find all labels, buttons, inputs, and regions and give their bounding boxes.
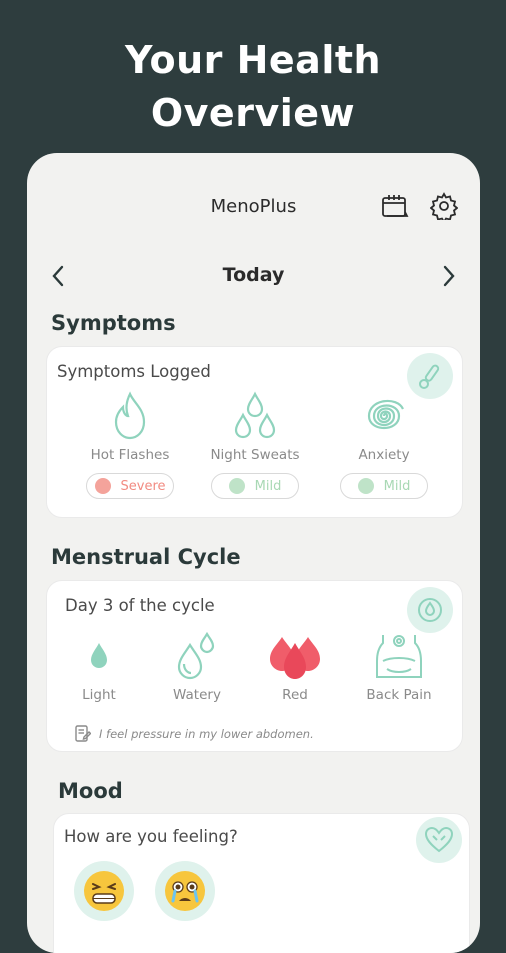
severity-chip[interactable]: Mild — [340, 473, 428, 499]
cycle-note[interactable]: I feel pressure in my lower abdomen. — [75, 725, 314, 743]
back-pain-icon — [376, 635, 422, 678]
red-drops-icon — [270, 637, 320, 679]
symptoms-section-title: Symptoms — [51, 311, 176, 335]
symptoms-card[interactable]: Symptoms Logged Hot Flashes Severe Night… — [46, 346, 463, 518]
watery-drops-icon — [177, 631, 215, 680]
mood-card-title: How are you feeling? — [64, 827, 238, 846]
symptom-label: Hot Flashes — [90, 447, 170, 463]
severity-chip[interactable]: Severe — [86, 473, 174, 499]
spiral-icon — [367, 399, 404, 430]
flame-icon — [114, 391, 146, 440]
cycle-item-label: Red — [282, 687, 308, 703]
calendar-icon[interactable] — [380, 191, 410, 221]
mood-option[interactable] — [155, 861, 215, 921]
grimacing-face-icon — [84, 871, 124, 911]
cycle-item-red[interactable]: Red — [255, 631, 335, 703]
symptom-anxiety[interactable]: Anxiety Mild — [339, 391, 429, 499]
cycle-item-back-pain[interactable]: Back Pain — [353, 631, 445, 703]
cycle-item-label: Watery — [173, 687, 221, 703]
single-drop-icon — [91, 643, 107, 668]
symptom-label: Anxiety — [358, 447, 410, 463]
mood-option[interactable] — [74, 861, 134, 921]
note-icon — [75, 725, 91, 742]
drops-icon — [234, 391, 276, 439]
cycle-item-watery[interactable]: Watery — [157, 631, 237, 703]
severity-label: Severe — [120, 478, 166, 494]
severity-dot — [357, 478, 374, 494]
hero-line-2: Overview — [150, 91, 356, 135]
cycle-item-label: Light — [82, 687, 116, 703]
symptom-label: Night Sweats — [210, 447, 300, 463]
cycle-item-light[interactable]: Light — [59, 631, 139, 703]
phone-screen: MenoPlus Today Symptoms Symptoms Logged — [27, 153, 480, 953]
date-label: Today — [222, 264, 285, 286]
severity-dot — [228, 478, 245, 494]
cycle-note-text: I feel pressure in my lower abdomen. — [99, 727, 314, 741]
cycle-icon — [407, 587, 453, 633]
hero-heading: Your Health Overview — [0, 34, 506, 140]
mood-card[interactable]: How are you feeling? — [53, 813, 470, 953]
mood-section-title: Mood — [58, 779, 123, 803]
severity-label: Mild — [383, 478, 411, 494]
severity-dot — [94, 478, 111, 494]
severity-chip[interactable]: Mild — [211, 473, 299, 499]
cycle-card[interactable]: Day 3 of the cycle Light Watery Red Back… — [46, 580, 463, 752]
gear-icon[interactable] — [429, 191, 459, 221]
severity-label: Mild — [254, 478, 282, 494]
symptom-night-sweats[interactable]: Night Sweats Mild — [210, 391, 300, 499]
cycle-card-title: Day 3 of the cycle — [65, 596, 215, 615]
crying-face-icon — [165, 871, 205, 911]
heart-icon — [416, 817, 462, 863]
cycle-section-title: Menstrual Cycle — [51, 545, 241, 569]
symptoms-card-title: Symptoms Logged — [57, 362, 211, 381]
symptom-hot-flashes[interactable]: Hot Flashes Severe — [85, 391, 175, 499]
hero-line-1: Your Health — [124, 38, 382, 82]
app-title: MenoPlus — [210, 196, 297, 217]
chevron-right-icon[interactable] — [434, 261, 464, 291]
cycle-item-label: Back Pain — [366, 687, 432, 703]
